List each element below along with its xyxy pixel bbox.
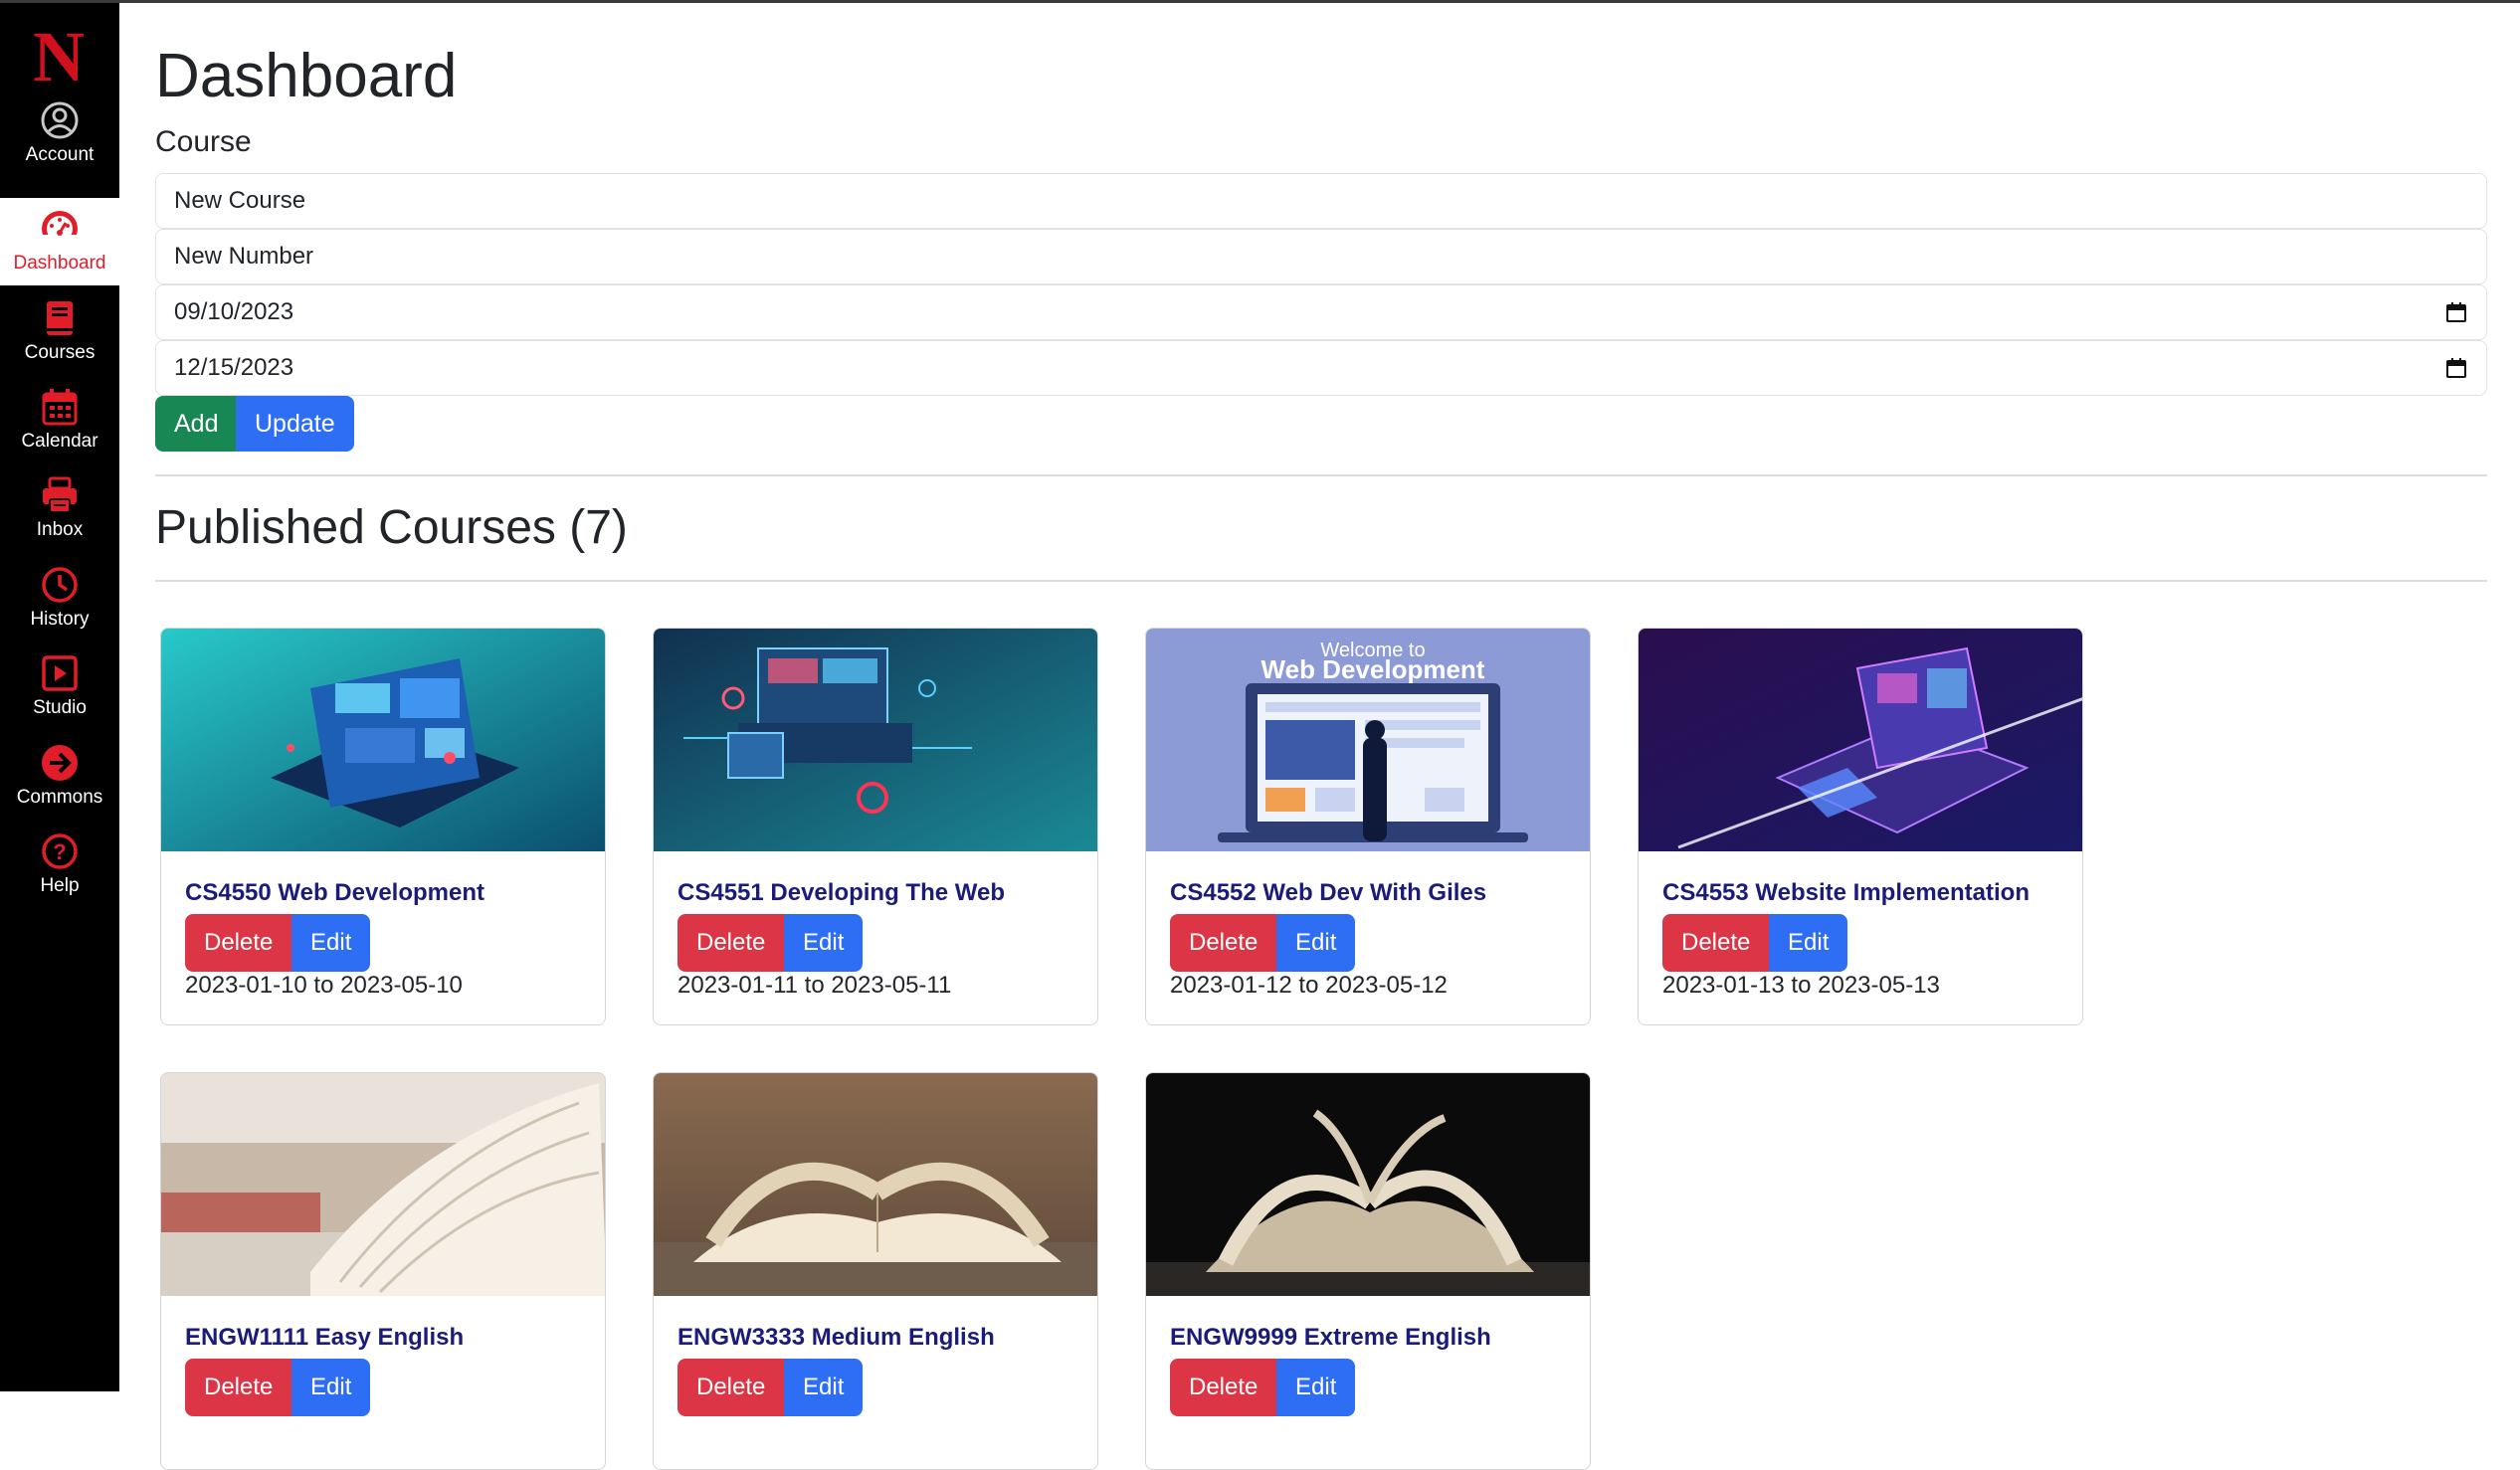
edit-course-button[interactable]: Edit	[291, 1359, 371, 1416]
course-name-field[interactable]	[155, 173, 2487, 229]
course-image[interactable]	[654, 629, 1097, 851]
edit-course-button[interactable]: Edit	[1276, 1359, 1356, 1416]
course-number-field[interactable]	[155, 229, 2487, 284]
clock-icon	[42, 567, 78, 603]
nav-label-calendar: Calendar	[21, 431, 98, 452]
edit-course-button[interactable]: Edit	[784, 914, 864, 972]
divider	[155, 580, 2487, 582]
add-course-button[interactable]: Add	[155, 396, 238, 452]
svg-text:N: N	[33, 21, 85, 91]
course-image[interactable]	[1146, 1073, 1590, 1296]
course-form-label: Course	[155, 125, 252, 158]
course-title-link[interactable]: CS4552 Web Dev With Giles	[1170, 879, 1486, 907]
course-dates: 2023-01-12 to 2023-05-12	[1170, 972, 1448, 999]
play-icon	[42, 655, 78, 691]
nav-history[interactable]: History	[0, 554, 119, 642]
nav-help[interactable]: ? Help	[0, 821, 119, 908]
svg-text:?: ?	[53, 839, 66, 864]
nav-label-account: Account	[25, 144, 95, 165]
course-title-link[interactable]: CS4553 Website Implementation	[1662, 879, 2030, 907]
account-icon	[41, 101, 79, 139]
course-title-link[interactable]: ENGW9999 Extreme English	[1170, 1324, 1491, 1352]
nav-label-studio: Studio	[33, 697, 87, 718]
course-card[interactable]: ENGW3333 Medium English Delete Edit	[653, 1072, 1098, 1470]
nav-label-help: Help	[40, 875, 80, 896]
course-title-link[interactable]: CS4551 Developing The Web	[678, 879, 1005, 907]
question-icon: ?	[42, 833, 78, 869]
course-title-link[interactable]: ENGW1111 Easy English	[185, 1324, 464, 1352]
course-card[interactable]: Welcome to Web Development CS4552 Web De…	[1145, 628, 1591, 1025]
end-date-value[interactable]: 12/15/2023	[174, 354, 293, 382]
course-title-link[interactable]: CS4550 Web Development	[185, 879, 485, 907]
delete-course-button[interactable]: Delete	[678, 914, 785, 972]
delete-course-button[interactable]: Delete	[185, 914, 292, 972]
course-name-input[interactable]	[174, 187, 2239, 215]
nav-label-dashboard: Dashboard	[13, 253, 106, 274]
delete-course-button[interactable]: Delete	[1170, 914, 1277, 972]
course-image[interactable]	[161, 629, 605, 851]
arrow-right-icon	[42, 745, 78, 781]
calendar-picker-icon[interactable]	[2444, 300, 2468, 324]
dashboard-icon	[42, 211, 78, 249]
delete-course-button[interactable]: Delete	[1662, 914, 1770, 972]
course-card[interactable]: CS4553 Website Implementation Delete Edi…	[1638, 628, 2083, 1025]
book-icon	[47, 301, 73, 335]
delete-course-button[interactable]: Delete	[185, 1359, 292, 1416]
course-dates: 2023-01-10 to 2023-05-10	[185, 972, 463, 999]
edit-course-button[interactable]: Edit	[784, 1359, 864, 1416]
inbox-icon	[43, 476, 77, 513]
nav-commons[interactable]: Commons	[0, 732, 119, 820]
edit-course-button[interactable]: Edit	[1769, 914, 1848, 972]
course-card[interactable]: CS4551 Developing The Web Delete Edit 20…	[653, 628, 1098, 1025]
svg-text:Web Development: Web Development	[1261, 654, 1485, 684]
university-logo[interactable]: N	[20, 21, 97, 91]
nav-courses[interactable]: Courses	[0, 287, 119, 375]
edit-course-button[interactable]: Edit	[1276, 914, 1356, 972]
nav-account[interactable]: Account	[0, 90, 119, 177]
published-courses-heading: Published Courses (7)	[155, 501, 628, 554]
course-card[interactable]: CS4550 Web Development Delete Edit 2023-…	[160, 628, 606, 1025]
nav-studio[interactable]: Studio	[0, 643, 119, 730]
calendar-picker-icon[interactable]	[2444, 356, 2468, 380]
update-course-button[interactable]: Update	[236, 396, 354, 452]
edit-course-button[interactable]: Edit	[291, 914, 371, 972]
delete-course-button[interactable]: Delete	[678, 1359, 785, 1416]
page-title: Dashboard	[155, 42, 458, 110]
nav-dashboard[interactable]: Dashboard	[0, 198, 119, 285]
sidebar-nav: N Account Dashboard Courses Calendar Inb…	[0, 3, 119, 1391]
nav-calendar[interactable]: Calendar	[0, 376, 119, 463]
course-title-link[interactable]: ENGW3333 Medium English	[678, 1324, 995, 1352]
course-image[interactable]	[161, 1073, 605, 1296]
delete-course-button[interactable]: Delete	[1170, 1359, 1277, 1416]
course-image[interactable]: Welcome to Web Development	[1146, 629, 1590, 851]
nav-label-commons: Commons	[16, 787, 103, 808]
course-card[interactable]: ENGW1111 Easy English Delete Edit	[160, 1072, 606, 1470]
nav-label-history: History	[30, 609, 90, 630]
nav-inbox[interactable]: Inbox	[0, 464, 119, 552]
course-number-input[interactable]	[174, 243, 2239, 271]
end-date-field[interactable]: 12/15/2023	[155, 340, 2487, 396]
course-image[interactable]	[1639, 629, 2082, 851]
nav-label-courses: Courses	[24, 342, 96, 363]
calendar-icon	[42, 389, 78, 426]
course-dates: 2023-01-13 to 2023-05-13	[1662, 972, 1940, 999]
course-dates: 2023-01-11 to 2023-05-11	[678, 972, 952, 999]
nav-label-inbox: Inbox	[36, 519, 84, 540]
start-date-value[interactable]: 09/10/2023	[174, 298, 293, 326]
course-card[interactable]: ENGW9999 Extreme English Delete Edit	[1145, 1072, 1591, 1470]
start-date-field[interactable]: 09/10/2023	[155, 284, 2487, 340]
divider	[155, 474, 2487, 476]
course-image[interactable]	[654, 1073, 1097, 1296]
